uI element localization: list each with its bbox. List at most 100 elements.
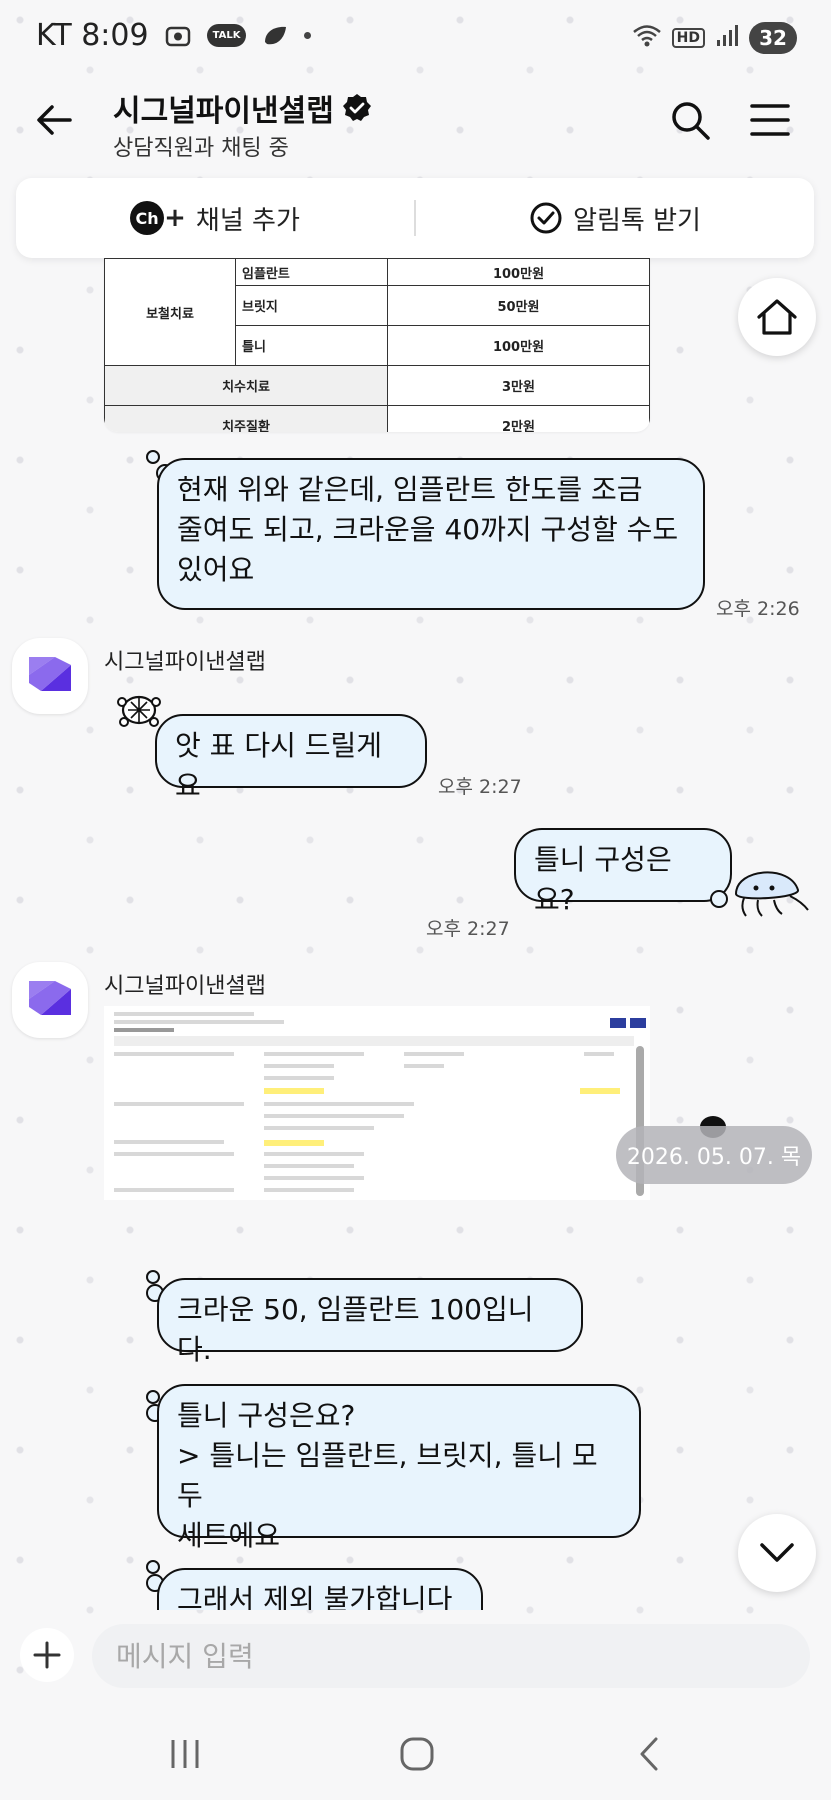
status-bar: KT 8:09 TALK HD 32 <box>0 0 831 78</box>
home-nav-button[interactable] <box>392 1734 442 1774</box>
add-channel-label: 채널 추가 <box>195 205 300 236</box>
message-text: 앗 표 다시 드릴게요 <box>175 729 383 802</box>
status-right: HD 32 <box>632 22 797 54</box>
message-bubble[interactable]: 그래서 제외 불가합니다 <box>157 1568 483 1610</box>
table-cell: 50만원 <box>387 285 650 326</box>
back-button[interactable] <box>32 98 76 142</box>
table-row: 치수치료 3만원 <box>104 365 650 406</box>
status-left: KT 8:09 TALK <box>36 18 312 53</box>
bubble-decoration <box>146 1560 160 1574</box>
sheet-text-line <box>114 1102 244 1106</box>
coverage-table-image[interactable]: 보철치료 임플란트 100만원 브릿지 50만원 틀니 100만원 치수치료 3… <box>104 258 650 432</box>
message-bubble[interactable]: 크라운 50, 임플란트 100입니다. <box>157 1278 583 1366</box>
hamburger-menu-icon <box>750 104 790 136</box>
message-text: 크라운 50, 임플란트 100입니다. <box>177 1293 534 1366</box>
more-notifications-dot <box>304 32 312 39</box>
avatar[interactable] <box>12 638 88 714</box>
table-cell: 치주질환 <box>104 405 388 432</box>
recent-apps-icon <box>171 1740 199 1768</box>
message-timestamp: 오후 2:27 <box>426 918 510 940</box>
jellyfish-sticker-icon <box>734 871 809 917</box>
back-nav-button[interactable] <box>624 1734 674 1774</box>
message-line: 틀니 구성은요? <box>177 1399 356 1432</box>
sheet-text-line <box>404 1064 444 1068</box>
table-cell: 3만원 <box>387 365 650 406</box>
brand-logo-icon <box>29 981 71 1015</box>
carrier-time: KT 8:09 <box>36 18 149 53</box>
recent-apps-button[interactable] <box>160 1734 210 1774</box>
scroll-to-bottom-button[interactable] <box>738 1514 816 1592</box>
alimtalk-label: 알림톡 받기 <box>573 205 701 236</box>
back-nav-icon <box>640 1737 658 1771</box>
turtle-sticker-icon <box>117 695 161 727</box>
verified-badge-icon <box>342 94 371 121</box>
wifi-icon <box>632 23 662 53</box>
sheet-button <box>630 1018 646 1028</box>
spreadsheet-image[interactable] <box>104 1006 650 1200</box>
message-input[interactable] <box>92 1624 810 1688</box>
chat-header: 시그널파이낸셜랩 상담직원과 채팅 중 <box>0 78 831 168</box>
table-cell: 2만원 <box>387 405 650 432</box>
message-text: 틀니 구성은요? <box>534 843 672 916</box>
sheet-highlight <box>264 1088 324 1094</box>
signal-icon <box>715 24 739 52</box>
sheet-text-line <box>264 1152 364 1156</box>
attach-button[interactable] <box>20 1628 74 1682</box>
message-bubble[interactable]: 틀니 구성은요? <box>514 828 732 916</box>
plus-icon: + <box>164 203 186 233</box>
bubble-decoration <box>710 890 728 908</box>
table-row: 치주질환 2만원 <box>104 405 650 432</box>
sheet-text-line <box>114 1188 234 1192</box>
channel-name: 시그널파이낸셜랩 <box>113 94 334 129</box>
table-cell: 틀니 <box>235 325 388 366</box>
table-cell: 임플란트 <box>235 258 388 286</box>
coverage-table: 보철치료 임플란트 100만원 브릿지 50만원 틀니 100만원 치수치료 3… <box>104 258 650 432</box>
chat-message-list[interactable]: 보철치료 임플란트 100만원 브릿지 50만원 틀니 100만원 치수치료 3… <box>0 258 831 1610</box>
sheet-text-line <box>114 1140 224 1144</box>
leaf-notification-icon <box>260 21 290 51</box>
sheet-header-row <box>114 1036 634 1046</box>
message-bubble[interactable]: 앗 표 다시 드릴게요 <box>155 714 427 802</box>
sender-name: 시그널파이낸셜랩 <box>104 974 266 999</box>
sheet-highlight <box>580 1088 620 1094</box>
table-cell: 보철치료 <box>104 258 236 366</box>
table-cell: 100만원 <box>387 258 650 286</box>
sheet-highlight <box>264 1140 324 1146</box>
sender-name: 시그널파이낸셜랩 <box>104 650 266 675</box>
message-bubble[interactable]: 현재 위와 같은데, 임플란트 한도를 조금 줄여도 되고, 크라운을 40까지… <box>157 458 705 610</box>
back-arrow-icon <box>37 105 72 135</box>
search-button[interactable] <box>668 98 712 142</box>
alimtalk-button[interactable]: 알림톡 받기 <box>416 178 814 258</box>
home-button[interactable] <box>738 278 816 356</box>
avatar[interactable] <box>12 962 88 1038</box>
camera-notification-icon <box>163 21 193 51</box>
message-line: > 틀니는 임플란트, 브릿지, 틀니 모두 <box>177 1439 598 1512</box>
channel-icon: Ch <box>130 201 165 235</box>
sheet-text-line <box>404 1052 464 1056</box>
home-nav-icon <box>400 1737 434 1771</box>
sheet-text-line <box>264 1126 374 1130</box>
page-title: 시그널파이낸셜랩 <box>113 86 372 130</box>
system-navigation-bar <box>0 1700 831 1800</box>
check-circle-icon <box>530 202 562 234</box>
sheet-button <box>610 1018 626 1028</box>
sheet-text-line <box>584 1052 614 1056</box>
chat-status-subtitle: 상담직원과 채팅 중 <box>113 136 289 161</box>
table-row: 보철치료 임플란트 100만원 <box>104 258 650 366</box>
brand-logo-icon <box>29 657 71 691</box>
table-cell: 치수치료 <box>104 365 388 406</box>
sheet-text-line <box>114 1012 254 1016</box>
add-channel-button[interactable]: Ch + 채널 추가 <box>16 178 414 258</box>
sheet-text-line <box>264 1052 364 1056</box>
message-line: 있어요 <box>177 553 255 586</box>
sheet-text-line <box>114 1152 234 1156</box>
sheet-text-line <box>264 1076 334 1080</box>
message-bubble[interactable]: 틀니 구성은요? > 틀니는 임플란트, 브릿지, 틀니 모두 세트에요 <box>157 1384 641 1552</box>
table-cell: 브릿지 <box>235 285 388 326</box>
hd-voice-badge: HD <box>671 28 705 48</box>
sheet-text-line <box>264 1064 334 1068</box>
message-text: 그래서 제외 불가합니다 <box>177 1583 453 1610</box>
sheet-text-line <box>114 1020 284 1024</box>
battery-indicator: 32 <box>749 22 797 54</box>
menu-button[interactable] <box>748 100 792 140</box>
